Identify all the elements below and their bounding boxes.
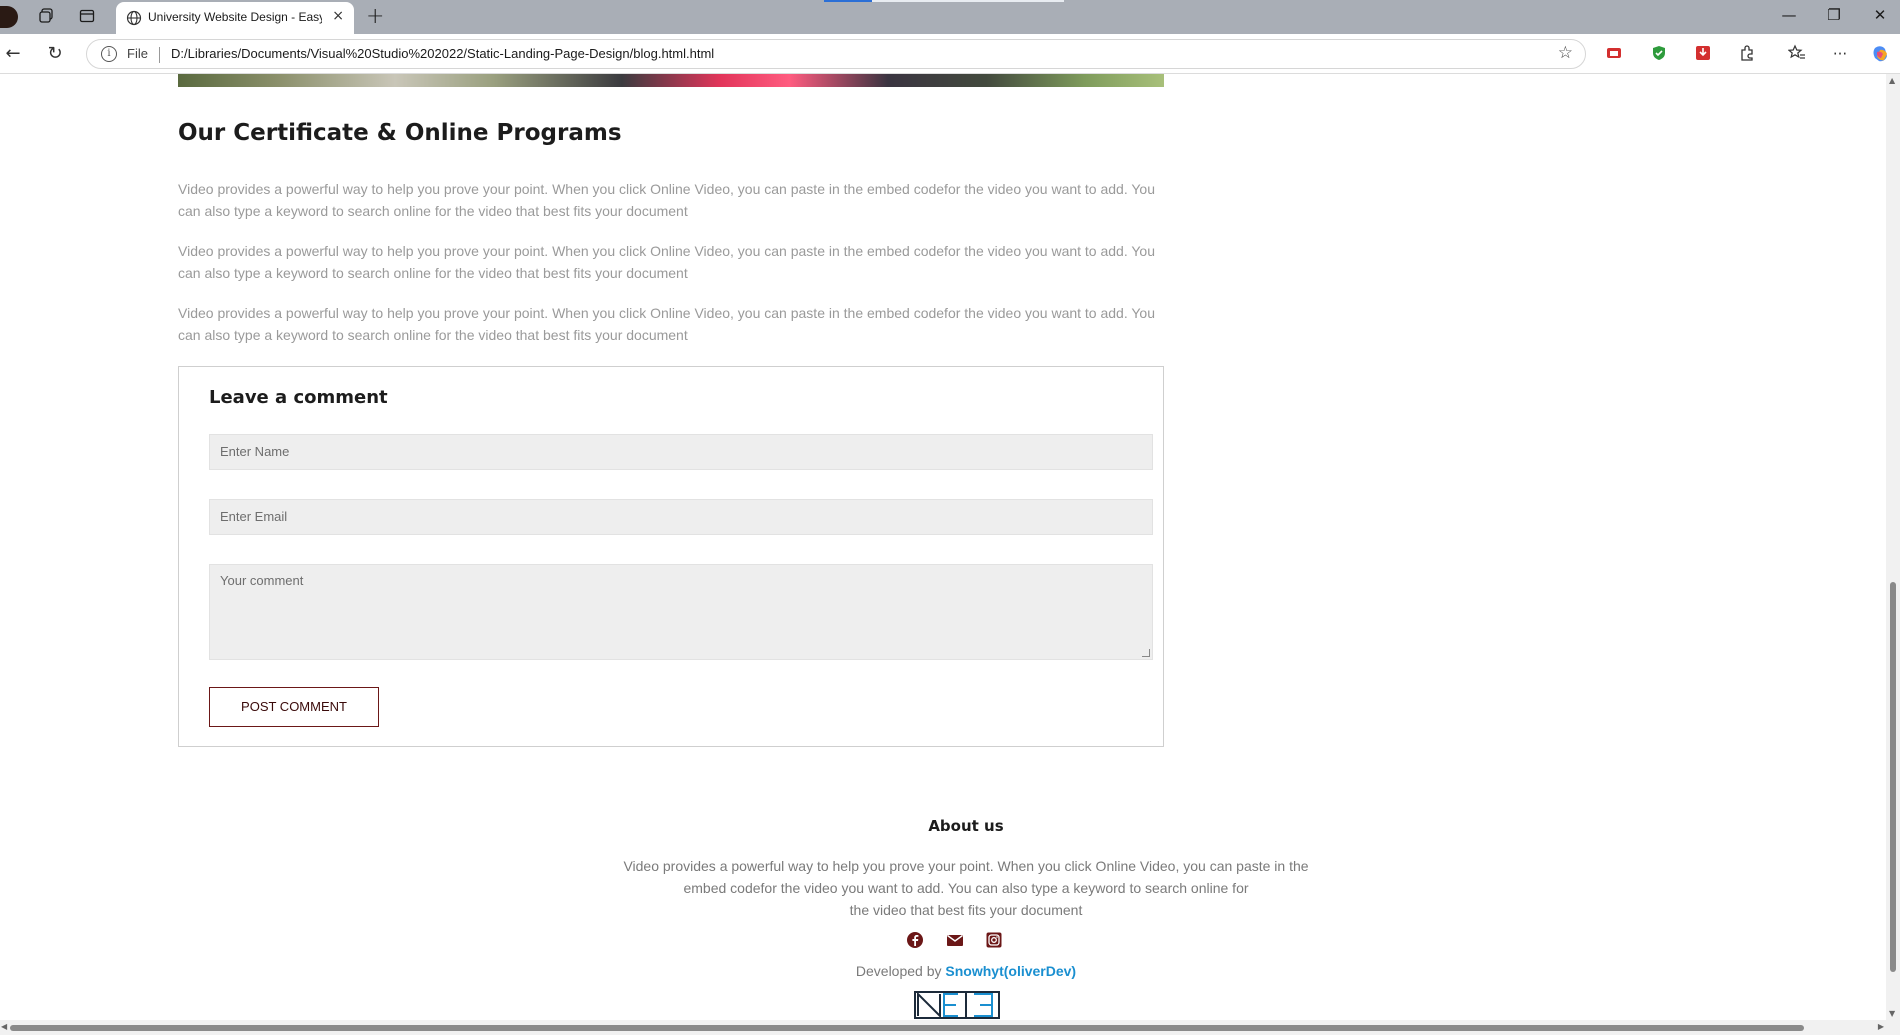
copilot-icon[interactable]: [1871, 44, 1891, 64]
horizontal-scrollbar[interactable]: ◀ ▶: [0, 1020, 1886, 1035]
divider: [159, 47, 160, 63]
address-bar: ← ↻ i File D:/Libraries/Documents/Visual…: [0, 34, 1900, 74]
developer-link[interactable]: Snowhyt(oliverDev): [945, 963, 1076, 979]
active-tab[interactable]: University Website Design - Easy ×: [116, 2, 354, 34]
article-title: Our Certificate & Online Programs: [178, 120, 622, 146]
mail-icon[interactable]: [946, 931, 964, 949]
browser-tab-bar: University Website Design - Easy × + — ❐…: [0, 0, 1900, 34]
comment-form: Leave a comment Enter Name Enter Email Y…: [178, 366, 1164, 747]
vertical-tabs-icon[interactable]: [78, 8, 96, 26]
name-field[interactable]: Enter Name: [209, 434, 1153, 470]
article-paragraph: Video provides a powerful way to help yo…: [178, 305, 1155, 343]
extension-red-icon[interactable]: [1604, 44, 1624, 64]
new-tab-button[interactable]: +: [366, 4, 384, 29]
horizontal-scroll-thumb[interactable]: [10, 1025, 1804, 1031]
developed-by-label: Developed by: [855, 963, 942, 979]
scroll-left-icon[interactable]: ◀: [1, 1022, 7, 1031]
restore-button[interactable]: ❐: [1824, 6, 1844, 24]
tab-close-icon[interactable]: ×: [332, 8, 344, 24]
about-line: Video provides a powerful way to help yo…: [623, 858, 1309, 874]
workspaces-icon[interactable]: [38, 8, 56, 26]
globe-icon: [126, 10, 142, 26]
profile-avatar-icon[interactable]: [0, 6, 18, 28]
close-window-button[interactable]: ✕: [1870, 6, 1890, 24]
email-field[interactable]: Enter Email: [209, 499, 1153, 535]
name-placeholder: Enter Name: [220, 444, 290, 459]
scroll-down-icon[interactable]: ▼: [1889, 1009, 1895, 1018]
post-comment-button[interactable]: POST COMMENT: [209, 687, 379, 727]
scroll-up-icon[interactable]: ▲: [1889, 76, 1895, 85]
facebook-icon[interactable]: [906, 931, 924, 949]
scroll-right-icon[interactable]: ▶: [1878, 1022, 1884, 1031]
scrollbar-corner: [1886, 1020, 1900, 1035]
about-line: the video that best fits your document: [849, 902, 1083, 918]
email-placeholder: Enter Email: [220, 509, 288, 524]
comment-form-title: Leave a comment: [209, 387, 388, 408]
back-button[interactable]: ←: [2, 43, 24, 64]
resize-handle-icon[interactable]: [1142, 649, 1150, 657]
developer-logo: [914, 991, 1000, 1019]
about-us-title: About us: [928, 817, 1004, 835]
blog-hero-image: [178, 74, 1164, 87]
favorite-star-icon[interactable]: ☆: [1558, 43, 1573, 63]
url-text[interactable]: D:/Libraries/Documents/Visual%20Studio%2…: [171, 46, 714, 61]
comment-placeholder: Your comment: [220, 573, 304, 588]
vertical-scroll-thumb[interactable]: [1890, 582, 1896, 972]
download-extension-icon[interactable]: [1693, 44, 1713, 64]
article-paragraph: Video provides a powerful way to help yo…: [178, 181, 1155, 219]
reload-button[interactable]: ↻: [44, 43, 66, 64]
minimize-button[interactable]: —: [1779, 6, 1799, 24]
page-viewport: Our Certificate & Online Programs Video …: [0, 74, 1886, 1020]
info-icon[interactable]: i: [101, 46, 117, 62]
file-label: File: [127, 46, 148, 61]
shield-extension-icon[interactable]: [1649, 44, 1669, 64]
favorites-icon[interactable]: [1787, 44, 1807, 64]
tab-strip-indicator: [824, 0, 1064, 2]
vertical-scrollbar[interactable]: ▲ ▼: [1886, 74, 1900, 1020]
more-menu-icon[interactable]: ···: [1830, 44, 1850, 64]
url-field[interactable]: i File D:/Libraries/Documents/Visual%20S…: [86, 39, 1586, 69]
tab-title: University Website Design - Easy: [148, 10, 322, 24]
developer-credit: Developed by Snowhyt(oliverDev): [0, 963, 1886, 979]
about-line: embed codefor the video you want to add.…: [683, 880, 1249, 896]
comment-textarea[interactable]: Your comment: [209, 564, 1153, 660]
instagram-icon[interactable]: [985, 931, 1003, 949]
extensions-puzzle-icon[interactable]: [1737, 44, 1757, 64]
article-paragraph: Video provides a powerful way to help yo…: [178, 243, 1155, 281]
about-us-text: Video provides a powerful way to help yo…: [600, 855, 1332, 921]
